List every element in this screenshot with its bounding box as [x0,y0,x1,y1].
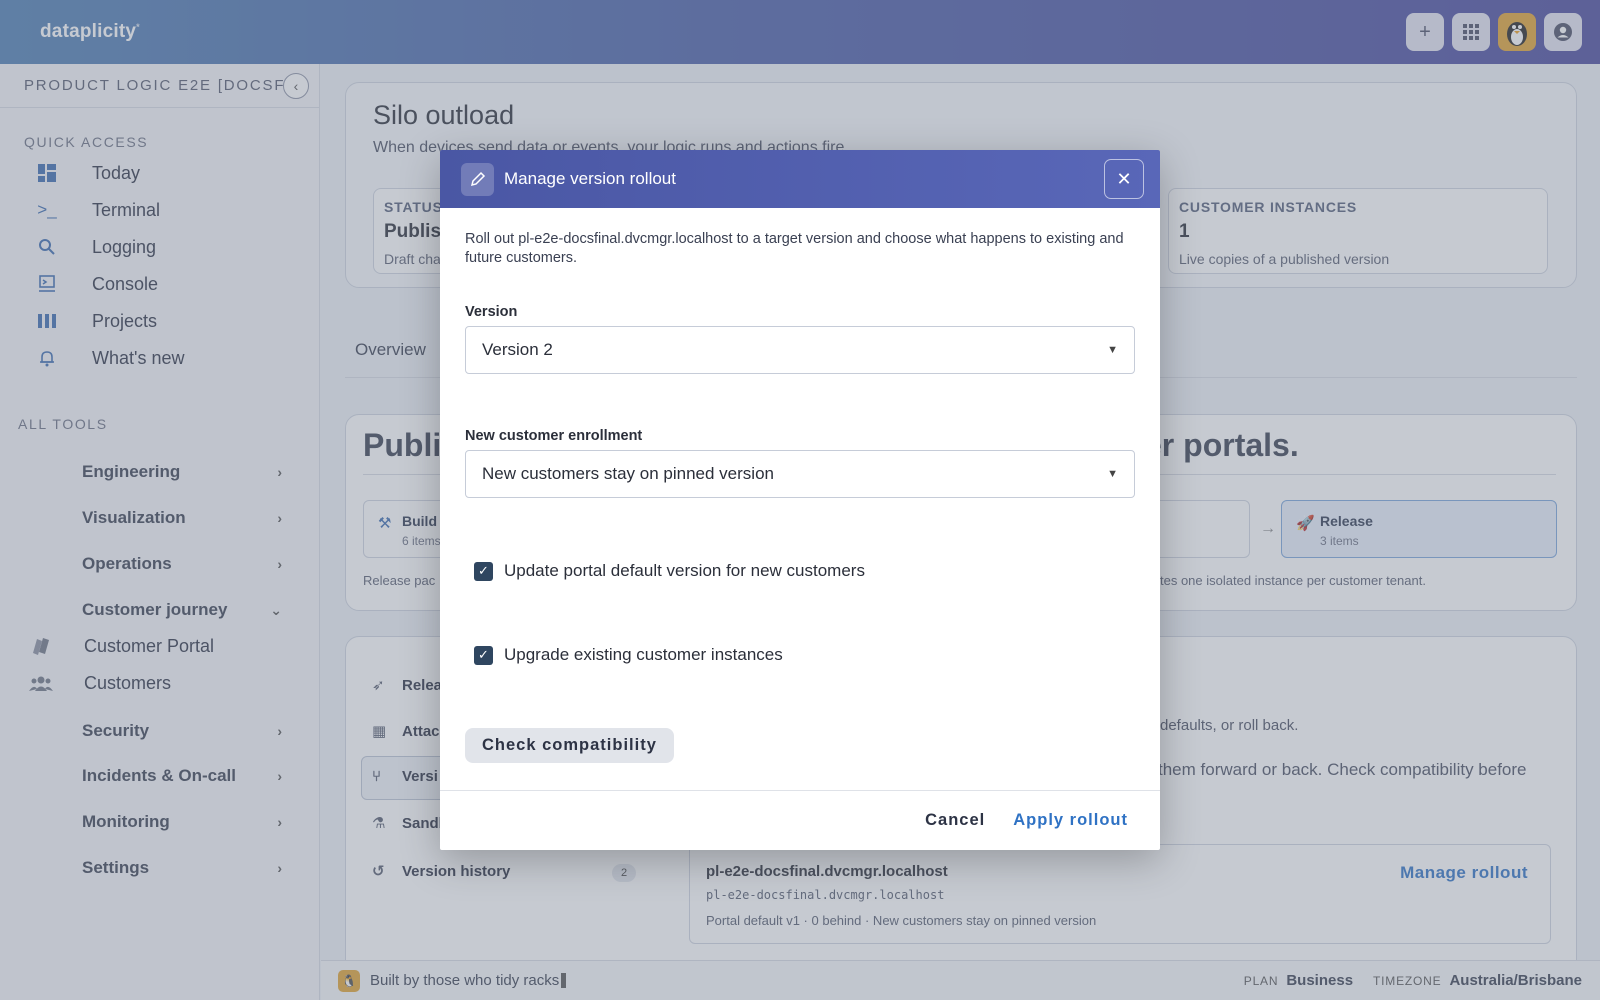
check-compatibility-button[interactable]: Check compatibility [465,728,674,763]
version-select[interactable]: Version 2 ▼ [465,326,1135,374]
update-default-checkbox-row[interactable]: ✓ Update portal default version for new … [474,561,865,581]
upgrade-existing-label: Upgrade existing customer instances [504,645,783,664]
update-default-label: Update portal default version for new cu… [504,561,865,580]
dialog-title: Manage version rollout [504,169,676,188]
caret-down-icon: ▼ [1107,468,1118,480]
pencil-icon [461,162,494,196]
upgrade-existing-checkbox[interactable]: ✓ [474,645,493,665]
dialog-intro: Roll out pl-e2e-docsfinal.dvcmgr.localho… [465,231,1124,266]
enrollment-select[interactable]: New customers stay on pinned version ▼ [465,450,1135,498]
enrollment-select-value: New customers stay on pinned version [482,464,774,483]
close-icon: ✕ [1116,168,1132,189]
dialog-footer: Cancel Apply rollout [440,790,1160,850]
update-default-checkbox[interactable]: ✓ [474,561,493,581]
version-select-value: Version 2 [482,340,553,359]
manage-rollout-dialog: Manage version rollout ✕ Roll out pl-e2e… [440,150,1160,850]
enrollment-label: New customer enrollment [465,428,643,444]
dialog-body: Roll out pl-e2e-docsfinal.dvcmgr.localho… [440,208,1160,790]
caret-down-icon: ▼ [1107,344,1118,356]
cancel-button[interactable]: Cancel [925,811,985,830]
close-button[interactable]: ✕ [1104,159,1144,199]
version-label: Version [465,304,518,320]
dialog-header: Manage version rollout ✕ [440,150,1160,208]
upgrade-existing-checkbox-row[interactable]: ✓ Upgrade existing customer instances [474,645,783,665]
apply-rollout-button[interactable]: Apply rollout [1013,811,1128,830]
